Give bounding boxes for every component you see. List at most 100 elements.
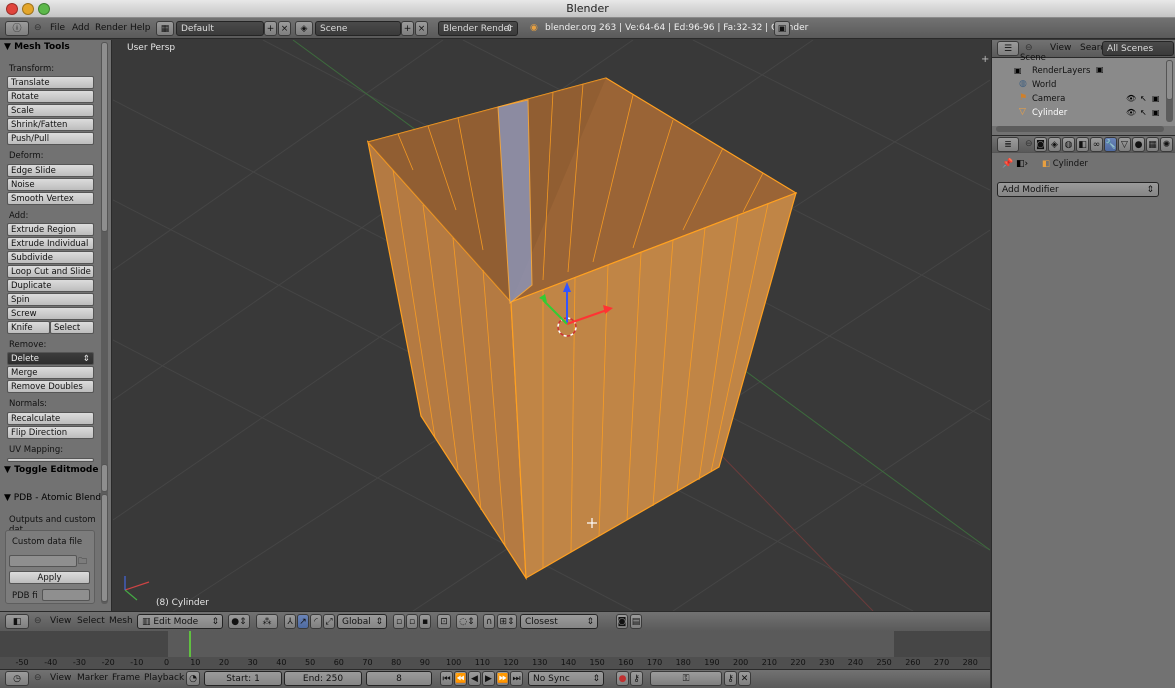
subdivide-button[interactable]: Subdivide xyxy=(7,251,94,264)
edge-select-button[interactable]: ▫ xyxy=(406,614,418,629)
scale-manipulator-toggle[interactable]: ⤢ xyxy=(323,614,335,629)
start-frame-field[interactable]: Start: 1 xyxy=(204,671,282,686)
recalculate-button[interactable]: Recalculate xyxy=(7,412,94,425)
scene-icon[interactable]: ◈ xyxy=(295,21,313,36)
jump-keyframe-forward-button[interactable]: ⏩ xyxy=(496,671,509,686)
3d-viewport[interactable]: User Persp (8) Cylinder + xyxy=(113,40,990,611)
outliner-item-cylinder[interactable]: Cylinder xyxy=(992,106,1164,120)
rotate-button[interactable]: Rotate xyxy=(7,90,94,103)
tab-material[interactable]: ● xyxy=(1132,137,1145,152)
merge-button[interactable]: Merge xyxy=(7,366,94,379)
proportional-edit-dropdown[interactable]: ◌⇕ xyxy=(456,614,478,629)
collapse-menu-icon[interactable]: ⊖ xyxy=(1025,137,1033,152)
knife-button[interactable]: Knife xyxy=(7,321,50,334)
remove-scene-icon[interactable]: × xyxy=(415,21,428,36)
keying-set-button[interactable]: ⚷ xyxy=(630,671,643,686)
select-arrow-icon[interactable]: ↖ xyxy=(1140,94,1147,103)
tab-scene[interactable]: ◈ xyxy=(1048,137,1061,152)
render-opengl-button[interactable]: ◙ xyxy=(616,614,628,629)
tool-shelf-scroll-thumb-2[interactable] xyxy=(101,464,108,492)
outliner-tree[interactable]: Scene RenderLayers ▣ ▣ World ◍ Camera ⚑ … xyxy=(992,53,1175,126)
editor-type-button[interactable]: ◧ xyxy=(5,614,29,629)
render-layer-toggle-icon[interactable]: ▣ xyxy=(1096,65,1104,74)
screen-layout-field[interactable]: Default xyxy=(176,21,264,36)
manipulator-toggle[interactable]: ⅄ xyxy=(284,614,296,629)
edge-slide-button[interactable]: Edge Slide xyxy=(7,164,94,177)
editor-type-button[interactable]: ◷ xyxy=(5,671,29,686)
tab-data[interactable]: ▽ xyxy=(1118,137,1131,152)
push-pull-button[interactable]: Push/Pull xyxy=(7,132,94,145)
rotate-manipulator-toggle[interactable]: ◜ xyxy=(310,614,322,629)
insert-keyframe-button[interactable]: ⚷ xyxy=(724,671,737,686)
translate-manipulator-toggle[interactable]: ↗ xyxy=(297,614,309,629)
timeline-menu-frame[interactable]: Frame xyxy=(112,671,140,686)
timeline-menu-marker[interactable]: Marker xyxy=(77,671,108,686)
timeline-area[interactable]: -50 -40 -30 -20 -10 0 10 20 30 40 50 60 70 80 90 100 110… xyxy=(0,631,990,669)
tab-render[interactable]: ◙ xyxy=(1034,137,1047,152)
visibility-eye-icon[interactable]: 👁 xyxy=(1126,94,1136,103)
remove-layout-icon[interactable]: × xyxy=(278,21,291,36)
translate-button[interactable]: Translate xyxy=(7,76,94,89)
remove-doubles-button[interactable]: Remove Doubles xyxy=(7,380,94,393)
render-animation-button[interactable]: ▤ xyxy=(630,614,642,629)
occlude-geometry-toggle[interactable]: ⊡ xyxy=(437,614,451,629)
toggle-editmode-header[interactable]: ▼ Toggle Editmode xyxy=(4,465,98,475)
snap-element-dropdown[interactable]: ⊞⇕ xyxy=(497,614,517,629)
mode-dropdown[interactable]: ▥ Edit Mode ⇕ xyxy=(137,614,223,629)
preview-range-toggle[interactable]: ◔ xyxy=(186,671,200,686)
active-keying-set-field[interactable]: ⚿ xyxy=(650,671,722,686)
noise-button[interactable]: Noise xyxy=(7,178,94,191)
smooth-vertex-button[interactable]: Smooth Vertex xyxy=(7,192,94,205)
tab-physics[interactable]: ✺ xyxy=(1160,137,1173,152)
delete-dropdown[interactable]: Delete ⇕ xyxy=(7,352,94,365)
knife-select-button[interactable]: Select xyxy=(50,321,94,334)
plus-corner-icon[interactable]: + xyxy=(981,54,989,65)
flip-direction-button[interactable]: Flip Direction xyxy=(7,426,94,439)
pdb-panel-header[interactable]: ▼ PDB - Atomic Blende xyxy=(4,493,107,503)
viewport-menu-view[interactable]: View xyxy=(50,614,71,629)
tab-texture[interactable]: ▦ xyxy=(1146,137,1159,152)
select-arrow-icon[interactable]: ↖ xyxy=(1140,108,1147,117)
editor-type-button[interactable]: ⓘ xyxy=(5,21,29,36)
pivot-dropdown[interactable]: ⁂ xyxy=(256,614,278,629)
zoom-window-button[interactable] xyxy=(38,3,50,15)
scene-field[interactable]: Scene xyxy=(315,21,401,36)
tool-shelf-scrollbar[interactable] xyxy=(101,42,108,604)
render-engine-dropdown[interactable]: Blender Render ⇕ xyxy=(438,21,518,36)
folder-icon[interactable]: 🗀 xyxy=(78,554,90,567)
menu-help[interactable]: Help xyxy=(130,21,151,36)
scale-button[interactable]: Scale xyxy=(7,104,94,117)
menu-add[interactable]: Add xyxy=(72,21,89,36)
mesh-tools-header[interactable]: ▼ Mesh Tools xyxy=(4,42,70,52)
outliner-scroll-thumb[interactable] xyxy=(1166,60,1173,100)
auto-keyframe-toggle[interactable]: ● xyxy=(616,671,629,686)
outliner-h-scrollbar[interactable] xyxy=(996,126,1164,132)
face-select-button[interactable]: ▪ xyxy=(419,614,431,629)
outliner-item-camera[interactable]: Camera xyxy=(992,92,1164,106)
menu-render[interactable]: Render xyxy=(95,21,127,36)
shading-dropdown[interactable]: ●⇕ xyxy=(228,614,250,629)
play-button[interactable]: ▶ xyxy=(482,671,495,686)
menu-file[interactable]: File xyxy=(50,21,65,36)
outliner-item-world[interactable]: World xyxy=(992,78,1164,92)
outliner-item-scene[interactable]: Scene xyxy=(992,51,1164,65)
delete-keyframe-button[interactable]: ✕ xyxy=(738,671,751,686)
extrude-individual-button[interactable]: Extrude Individual xyxy=(7,237,94,250)
tab-constraints[interactable]: ∞ xyxy=(1090,137,1103,152)
collapse-menu-icon[interactable]: ⊖ xyxy=(34,671,42,686)
uv-unwrap-button[interactable] xyxy=(7,458,94,462)
magnet-toggle[interactable]: ∩ xyxy=(483,614,495,629)
jump-keyframe-back-button[interactable]: ⏪ xyxy=(454,671,467,686)
pdb-file-input[interactable] xyxy=(42,589,90,601)
tab-modifiers[interactable]: 🔧 xyxy=(1104,137,1117,152)
tool-shelf-scroll-thumb[interactable] xyxy=(101,42,108,232)
extrude-region-button[interactable]: Extrude Region xyxy=(7,223,94,236)
duplicate-button[interactable]: Duplicate xyxy=(7,279,94,292)
minimize-window-button[interactable] xyxy=(22,3,34,15)
jump-end-button[interactable]: ⏭ xyxy=(510,671,523,686)
end-frame-field[interactable]: End: 250 xyxy=(284,671,362,686)
orientation-dropdown[interactable]: Global ⇕ xyxy=(337,614,387,629)
close-window-button[interactable] xyxy=(6,3,18,15)
jump-start-button[interactable]: ⏮ xyxy=(440,671,453,686)
loop-cut-slide-button[interactable]: Loop Cut and Slide xyxy=(7,265,94,278)
